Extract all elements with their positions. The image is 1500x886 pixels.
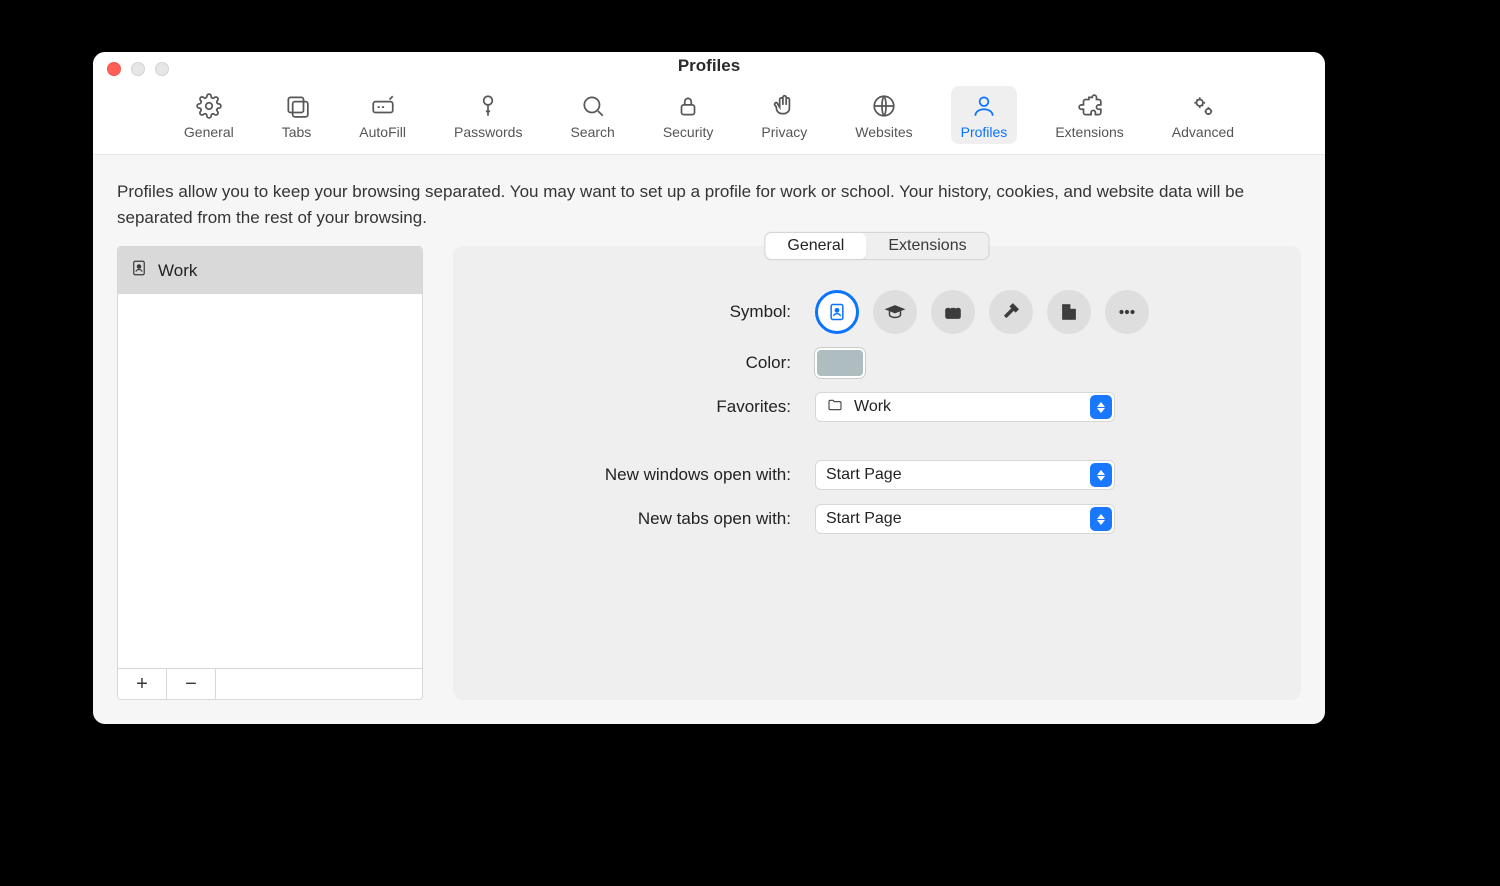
label-new-tabs: New tabs open with:: [483, 509, 791, 529]
badge-icon: [130, 257, 148, 284]
profiles-rows: Work: [118, 247, 422, 668]
titlebar: Profiles: [93, 52, 1325, 80]
description-text: Profiles allow you to keep your browsing…: [117, 179, 1301, 230]
tab-label: AutoFill: [359, 124, 406, 140]
search-icon: [579, 92, 607, 120]
new-tabs-value: Start Page: [826, 510, 902, 528]
tab-websites[interactable]: Websites: [845, 86, 922, 144]
hand-icon: [770, 92, 798, 120]
autofill-icon: [369, 92, 397, 120]
label-color: Color:: [483, 353, 791, 373]
symbol-hammer[interactable]: [989, 290, 1033, 334]
gears-icon: [1189, 92, 1217, 120]
tab-general[interactable]: General: [174, 86, 244, 144]
tab-label: Profiles: [961, 124, 1008, 140]
tab-label: Privacy: [761, 124, 807, 140]
preferences-window: Profiles General Tabs AutoFill Pass: [93, 52, 1325, 724]
footer-spacer: [216, 669, 422, 699]
symbol-briefcase[interactable]: [931, 290, 975, 334]
add-profile-button[interactable]: +: [118, 669, 167, 699]
new-tabs-select[interactable]: Start Page: [815, 504, 1115, 534]
tab-security[interactable]: Security: [653, 86, 724, 144]
symbol-badge[interactable]: [815, 290, 859, 334]
detail-segmented-control: General Extensions: [764, 232, 989, 260]
row-new-windows: New windows open with: Start Page: [483, 460, 1271, 490]
tab-passwords[interactable]: Passwords: [444, 86, 532, 144]
select-stepper-icon: [1090, 395, 1112, 419]
label-favorites: Favorites:: [483, 397, 791, 417]
row-favorites: Favorites: Work: [483, 392, 1271, 422]
tabs-icon: [283, 92, 311, 120]
row-new-tabs: New tabs open with: Start Page: [483, 504, 1271, 534]
preferences-toolbar: General Tabs AutoFill Passwords Search: [93, 80, 1325, 155]
puzzle-icon: [1076, 92, 1104, 120]
tab-label: Tabs: [282, 124, 312, 140]
label-new-windows: New windows open with:: [483, 465, 791, 485]
favorites-select[interactable]: Work: [815, 392, 1115, 422]
symbol-more[interactable]: [1105, 290, 1149, 334]
window-controls: [107, 62, 169, 76]
lock-icon: [674, 92, 702, 120]
tab-label: Search: [570, 124, 614, 140]
detail-panel: General Extensions Symbol:: [453, 246, 1301, 700]
select-stepper-icon: [1090, 507, 1112, 531]
list-footer: + −: [118, 668, 422, 699]
label-symbol: Symbol:: [483, 302, 791, 322]
segment-general[interactable]: General: [765, 233, 866, 259]
tab-label: Advanced: [1172, 124, 1234, 140]
favorites-value: Work: [854, 398, 891, 416]
fullscreen-button[interactable]: [155, 62, 169, 76]
color-picker[interactable]: [815, 348, 865, 378]
tab-label: Extensions: [1055, 124, 1123, 140]
window-title: Profiles: [678, 56, 740, 76]
new-windows-select[interactable]: Start Page: [815, 460, 1115, 490]
row-color: Color:: [483, 348, 1271, 378]
tab-advanced[interactable]: Advanced: [1162, 86, 1244, 144]
profile-row-work[interactable]: Work: [118, 247, 422, 294]
remove-profile-button[interactable]: −: [167, 669, 216, 699]
symbol-picker: [815, 290, 1149, 334]
tab-label: Passwords: [454, 124, 522, 140]
detail-form: Symbol:: [483, 290, 1271, 534]
tab-label: Security: [663, 124, 714, 140]
tab-privacy[interactable]: Privacy: [751, 86, 817, 144]
tab-profiles[interactable]: Profiles: [951, 86, 1018, 144]
profile-name: Work: [158, 261, 197, 281]
segment-extensions[interactable]: Extensions: [866, 233, 988, 259]
tab-tabs[interactable]: Tabs: [272, 86, 322, 144]
symbol-building[interactable]: [1047, 290, 1091, 334]
select-stepper-icon: [1090, 463, 1112, 487]
key-icon: [474, 92, 502, 120]
tab-search[interactable]: Search: [560, 86, 624, 144]
profiles-list: Work + −: [117, 246, 423, 700]
globe-icon: [870, 92, 898, 120]
close-button[interactable]: [107, 62, 121, 76]
new-windows-value: Start Page: [826, 466, 902, 484]
symbol-graduation[interactable]: [873, 290, 917, 334]
tab-autofill[interactable]: AutoFill: [349, 86, 416, 144]
tab-extensions[interactable]: Extensions: [1045, 86, 1133, 144]
content-area: Profiles allow you to keep your browsing…: [93, 155, 1325, 724]
tab-label: Websites: [855, 124, 912, 140]
gear-icon: [195, 92, 223, 120]
panels: Work + − General Extensions: [117, 246, 1301, 700]
tab-label: General: [184, 124, 234, 140]
row-symbol: Symbol:: [483, 290, 1271, 334]
folder-icon: [826, 397, 844, 418]
minimize-button[interactable]: [131, 62, 145, 76]
person-icon: [970, 92, 998, 120]
